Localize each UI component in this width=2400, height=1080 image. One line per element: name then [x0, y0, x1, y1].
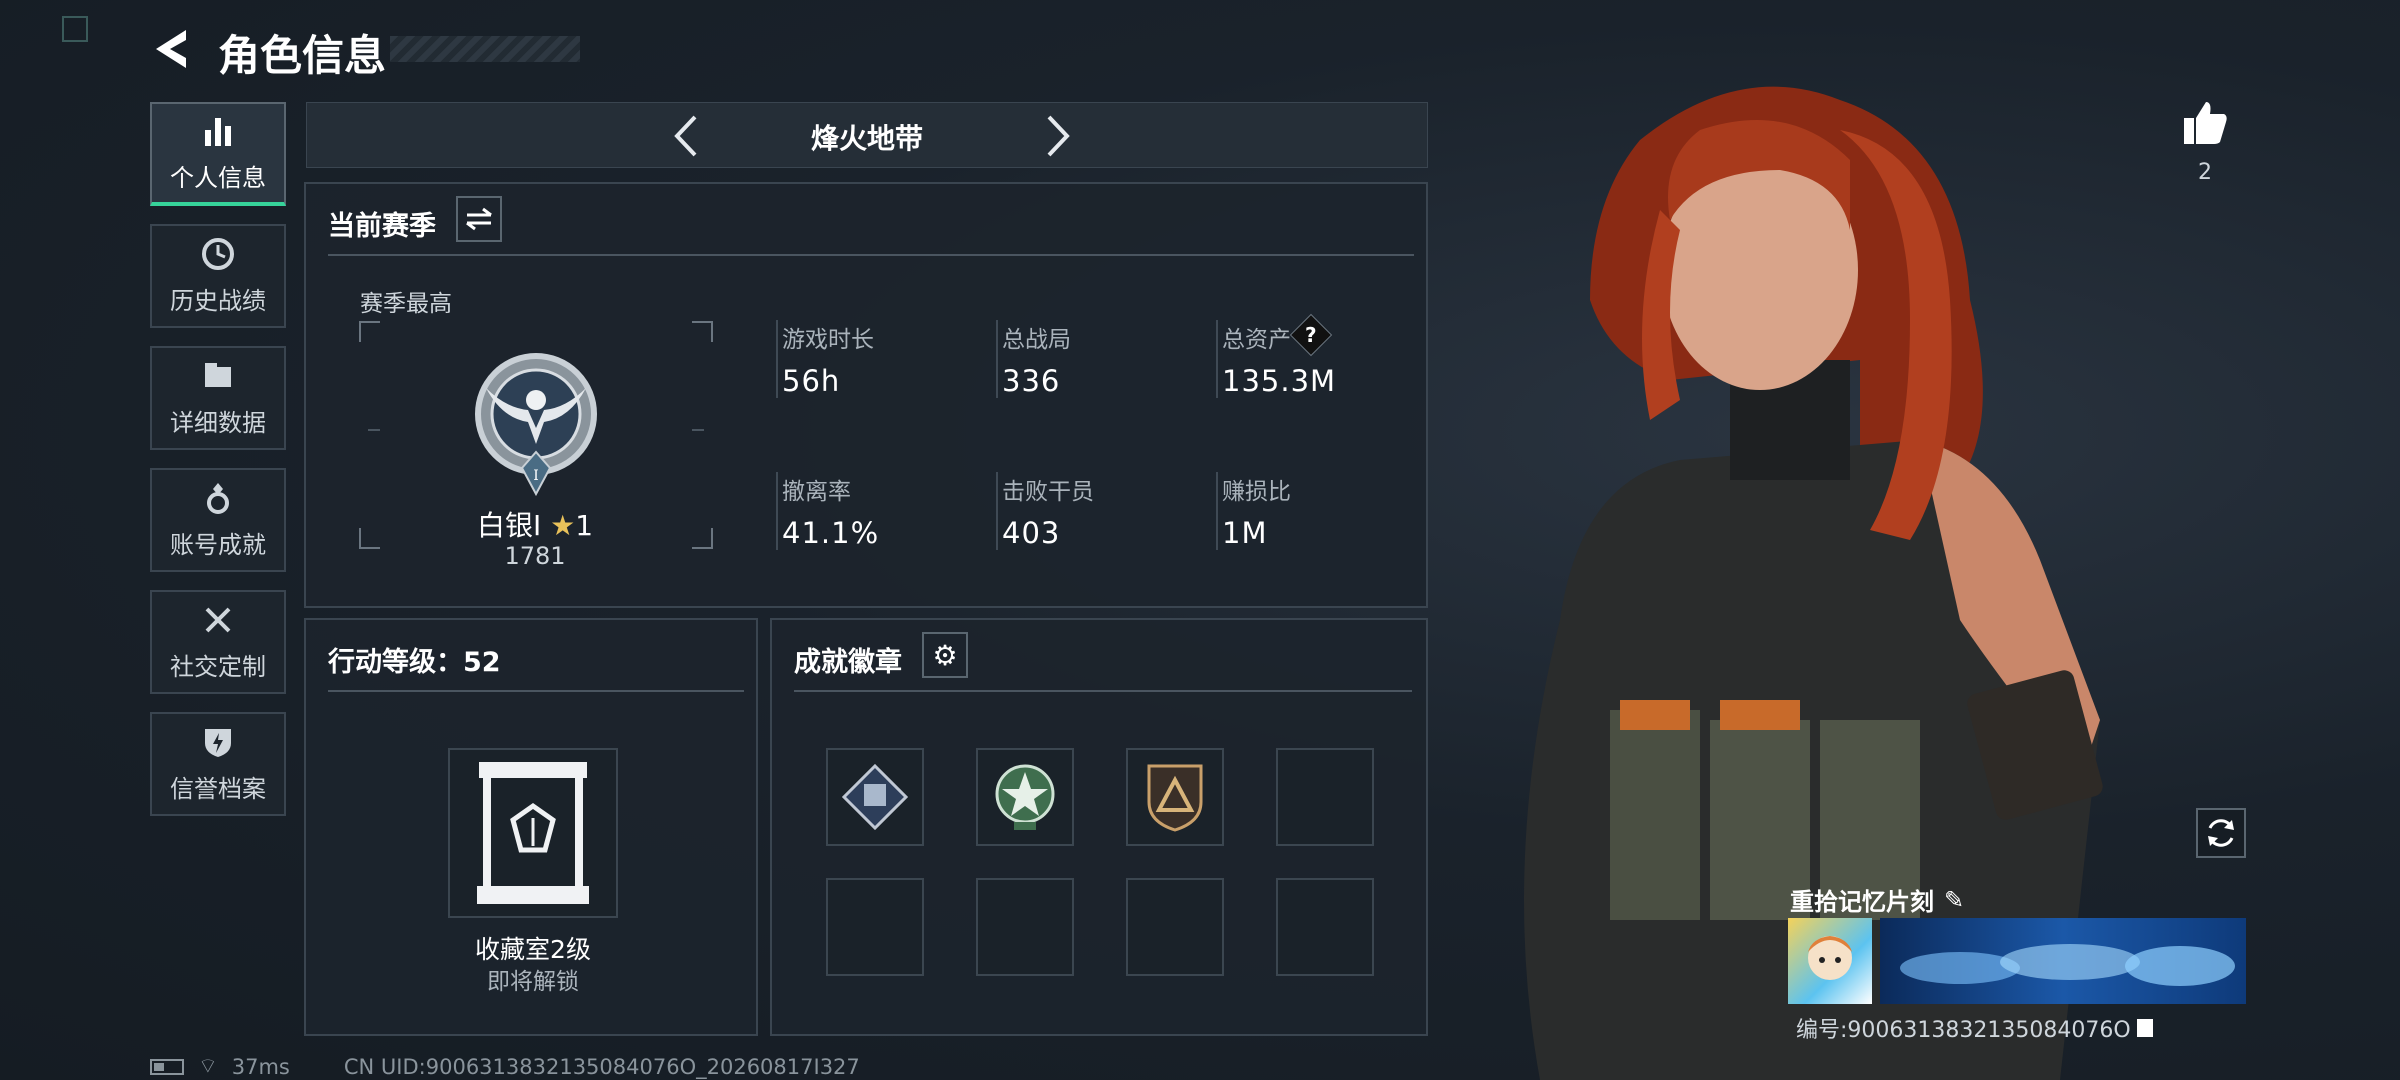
- stat-value: 56h: [782, 364, 841, 398]
- memory-id-text: 编号:9006313832135084076O: [1796, 1018, 2131, 1043]
- sidebar-item-6[interactable]: 信誉档案: [150, 712, 286, 816]
- level-title: 行动等级：52: [328, 647, 501, 678]
- memory-thumbnail-2[interactable]: [1880, 918, 2246, 1004]
- stat-block: 总战局 336: [996, 320, 1071, 398]
- level-panel: 行动等级：52 收藏室2级 即将解锁: [304, 618, 758, 1036]
- badges-divider: [794, 690, 1412, 692]
- shield-bolt-icon: [201, 725, 235, 763]
- badge-slot-8[interactable]: [1276, 878, 1374, 976]
- badge-slot-2[interactable]: [976, 748, 1074, 846]
- title-decor: [390, 36, 580, 62]
- badge-slot-6[interactable]: [976, 878, 1074, 976]
- shield-badge-icon: [1147, 764, 1203, 832]
- ping-text: 37ms: [231, 1055, 290, 1079]
- sidebar-item-1[interactable]: 个人信息: [150, 102, 286, 206]
- rank-emblem-icon: I: [475, 353, 597, 497]
- sidebar-item-2[interactable]: 历史战绩: [150, 224, 286, 328]
- badges-settings-button[interactable]: ⚙: [922, 632, 968, 678]
- svg-text:I: I: [533, 468, 539, 484]
- badge-slot-7[interactable]: [1126, 878, 1224, 976]
- sidebar-item-4[interactable]: 账号成就: [150, 468, 286, 572]
- badges-panel: 成就徽章 ⚙: [770, 618, 1428, 1036]
- season-panel: 当前赛季 赛季最高 I 白银I ★1 1781 游戏时长 56h 总战局 336 总资产…: [304, 182, 1428, 608]
- status-bar: ⌔ 37ms CN UID:9006313832135084076O_20260…: [150, 1054, 860, 1080]
- rotate-button[interactable]: [2196, 808, 2246, 858]
- rank-display: 白银I ★1: [432, 504, 638, 544]
- stat-block: 撤离率 41.1%: [776, 472, 879, 550]
- mode-label: 烽火地带: [810, 122, 923, 155]
- mode-selector: 烽火地带: [306, 102, 1428, 168]
- badge-slot-5[interactable]: [826, 878, 924, 976]
- mode-next-button[interactable]: [1033, 111, 1081, 161]
- memory-title: 重拾记忆片刻: [1790, 888, 1934, 916]
- badge-slot-4[interactable]: [1276, 748, 1374, 846]
- stat-label: 击败干员: [1002, 479, 1094, 505]
- rank-stars: 1: [575, 509, 594, 542]
- stat-label: 赚损比: [1222, 479, 1291, 505]
- corner-square: [62, 16, 88, 42]
- stat-value: 135.3M: [1222, 364, 1337, 398]
- stat-label: 撤离率: [782, 479, 851, 505]
- folder-icon: [201, 359, 235, 397]
- stat-value: 1M: [1222, 516, 1268, 550]
- display-case-icon: [477, 762, 589, 904]
- sidebar-item-label: 历史战绩: [170, 286, 266, 315]
- sidebar-item-label: 社交定制: [170, 652, 266, 681]
- collection-status: 即将解锁: [487, 969, 579, 995]
- wifi-icon: ⌔: [198, 1054, 218, 1078]
- page-title: 角色信息: [218, 31, 387, 80]
- season-divider: [328, 254, 1414, 256]
- star-badge-icon: [995, 764, 1055, 830]
- memory-scene-icon: [1900, 944, 2235, 986]
- memory-thumbnail-1[interactable]: [1788, 918, 1872, 1004]
- sidebar-item-label: 详细数据: [170, 408, 266, 437]
- edit-icon[interactable]: ✎: [1944, 886, 1964, 914]
- tools-icon: [201, 603, 235, 641]
- season-best-label: 赛季最高: [360, 291, 452, 317]
- sidebar-item-label: 账号成就: [170, 530, 266, 559]
- badge-slot-1[interactable]: [826, 748, 924, 846]
- stat-value: 403: [1002, 516, 1061, 550]
- swap-icon: [466, 207, 492, 231]
- sidebar-item-label: 个人信息: [170, 163, 266, 192]
- memory-title-row: 重拾记忆片刻 ✎: [1790, 882, 1964, 917]
- stat-value: 41.1%: [782, 516, 880, 550]
- rank-score: 1781: [504, 542, 566, 570]
- rank-name: 白银I: [476, 509, 542, 542]
- chevron-right-icon: [1047, 115, 1070, 157]
- thumbs-up-icon: [2184, 102, 2227, 144]
- refresh-icon: [2208, 819, 2234, 847]
- back-arrow-icon: [156, 30, 186, 68]
- clock-icon: [201, 237, 235, 275]
- sidebar-item-3[interactable]: 详细数据: [150, 346, 286, 450]
- collection-room-slot[interactable]: [448, 748, 618, 918]
- stat-value: 336: [1002, 364, 1061, 398]
- uid-text: CN UID:9006313832135084076O_20260817I327: [343, 1055, 860, 1079]
- stat-label: 总战局: [1002, 327, 1071, 353]
- badge-slot-3[interactable]: [1126, 748, 1224, 846]
- like-count: 2: [2198, 160, 2212, 185]
- medal-icon: [201, 481, 235, 519]
- stat-block: 赚损比 1M: [1216, 472, 1291, 550]
- star-icon: ★: [550, 509, 576, 542]
- back-button[interactable]: [150, 24, 196, 74]
- bar-chart-icon: [201, 114, 235, 152]
- like-button[interactable]: [2182, 98, 2228, 148]
- copy-icon[interactable]: [2136, 1019, 2153, 1037]
- memory-id: 编号:9006313832135084076O: [1796, 1012, 2153, 1044]
- stat-label: 游戏时长: [782, 327, 874, 353]
- gear-icon: ⚙: [932, 638, 958, 672]
- collection-name: 收藏室2级: [475, 935, 591, 964]
- badges-title: 成就徽章: [794, 647, 902, 678]
- season-title: 当前赛季: [328, 211, 436, 242]
- sidebar-item-5[interactable]: 社交定制: [150, 590, 286, 694]
- stat-block: 游戏时长 56h: [776, 320, 874, 398]
- battery-icon: [150, 1059, 184, 1075]
- diamond-badge-icon: [842, 764, 908, 830]
- level-divider: [328, 690, 744, 692]
- avatar-sticker-icon: [1808, 936, 1852, 980]
- season-switch-button[interactable]: [456, 196, 502, 242]
- sidebar-item-label: 信誉档案: [170, 774, 266, 803]
- stat-block: 击败干员 403: [996, 472, 1094, 550]
